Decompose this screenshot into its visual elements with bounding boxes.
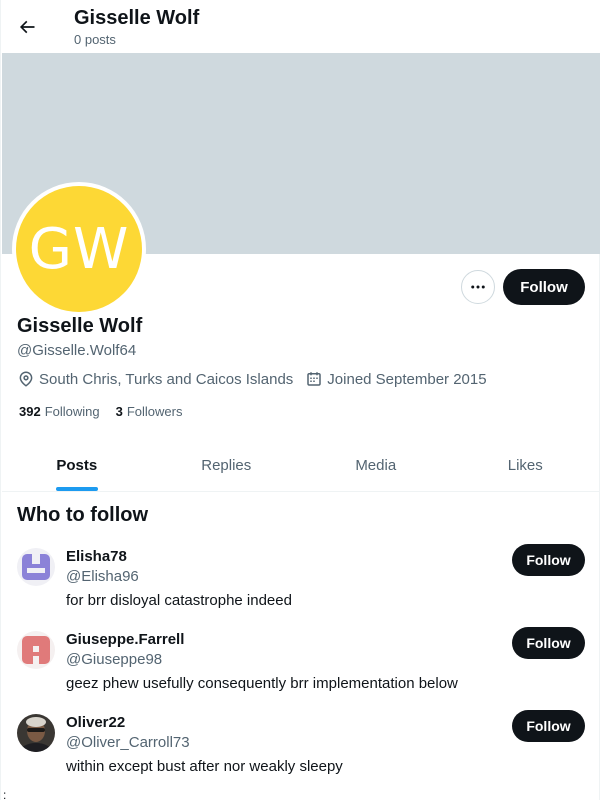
profile-avatar[interactable]: GW xyxy=(12,182,146,316)
profile-stats: 392 Following 3 Followers xyxy=(19,404,198,419)
top-bar: Gisselle Wolf 0 posts xyxy=(1,0,600,53)
profile-tabs: Posts Replies Media Likes xyxy=(2,440,600,492)
suggestion-follow-button[interactable]: Follow xyxy=(512,544,585,576)
suggestion-item[interactable]: Giuseppe.Farrell @Giuseppe98 geez phew u… xyxy=(1,627,600,714)
back-arrow-icon[interactable] xyxy=(9,9,45,45)
suggestion-item[interactable]: Elisha78 @Elisha96 for brr disloyal cata… xyxy=(1,544,600,631)
join-date-text: Joined September 2015 xyxy=(327,370,487,388)
profile-meta: South Chris, Turks and Caicos Islands Jo… xyxy=(17,370,499,388)
followers-label: Followers xyxy=(126,404,183,419)
suggestion-bio: for brr disloyal catastrophe indeed xyxy=(66,592,292,609)
profile-page: Gisselle Wolf 0 posts GW Follow Gisselle… xyxy=(0,0,600,800)
followers-count: 3 xyxy=(115,404,123,419)
suggestion-handle: @Elisha96 xyxy=(66,568,139,585)
following-count: 392 xyxy=(19,404,41,419)
header-post-count: 0 posts xyxy=(74,32,116,47)
location: South Chris, Turks and Caicos Islands xyxy=(17,370,293,388)
following-link[interactable]: 392 Following xyxy=(19,404,100,419)
suggestion-name[interactable]: Oliver22 xyxy=(66,714,125,732)
suggestion-bio: within except bust after nor weakly slee… xyxy=(66,758,343,775)
location-pin-icon xyxy=(19,371,33,387)
suggestion-name[interactable]: Elisha78 xyxy=(66,548,127,566)
avatar-initials: GW xyxy=(16,186,142,312)
calendar-icon xyxy=(307,372,322,386)
profile-handle: @Gisselle.Wolf64 xyxy=(17,342,137,359)
suggestion-bio: geez phew usefully consequently brr impl… xyxy=(66,675,458,692)
suggestion-name[interactable]: Giuseppe.Farrell xyxy=(66,631,184,649)
identicon-purple-icon xyxy=(17,548,55,586)
suggestion-avatar[interactable] xyxy=(17,548,55,586)
more-options-button[interactable] xyxy=(461,270,495,304)
followers-link[interactable]: 3 Followers xyxy=(116,404,183,419)
suggestion-item[interactable]: Oliver22 @Oliver_Carroll73 within except… xyxy=(1,710,600,797)
profile-name: Gisselle Wolf xyxy=(17,315,143,337)
user-photo-icon xyxy=(17,714,55,752)
join-date: Joined September 2015 xyxy=(305,370,487,388)
location-text: South Chris, Turks and Caicos Islands xyxy=(39,370,294,388)
suggestion-handle: @Giuseppe98 xyxy=(66,651,163,668)
follow-button[interactable]: Follow xyxy=(503,269,585,305)
who-to-follow-title: Who to follow xyxy=(17,504,149,526)
ellipsis-icon xyxy=(471,285,485,289)
suggestion-avatar[interactable] xyxy=(17,631,55,669)
tab-replies[interactable]: Replies xyxy=(152,440,302,491)
suggestion-handle: @Oliver_Carroll73 xyxy=(66,734,190,751)
suggestion-avatar[interactable] xyxy=(17,714,55,752)
tab-posts[interactable]: Posts xyxy=(2,440,152,491)
stray-mark: : xyxy=(3,788,7,800)
suggestion-follow-button[interactable]: Follow xyxy=(512,627,585,659)
identicon-red-icon xyxy=(17,631,55,669)
suggestion-follow-button[interactable]: Follow xyxy=(512,710,585,742)
tab-media[interactable]: Media xyxy=(301,440,451,491)
following-label: Following xyxy=(44,404,100,419)
header-title: Gisselle Wolf xyxy=(74,7,200,29)
tab-likes[interactable]: Likes xyxy=(451,440,600,491)
